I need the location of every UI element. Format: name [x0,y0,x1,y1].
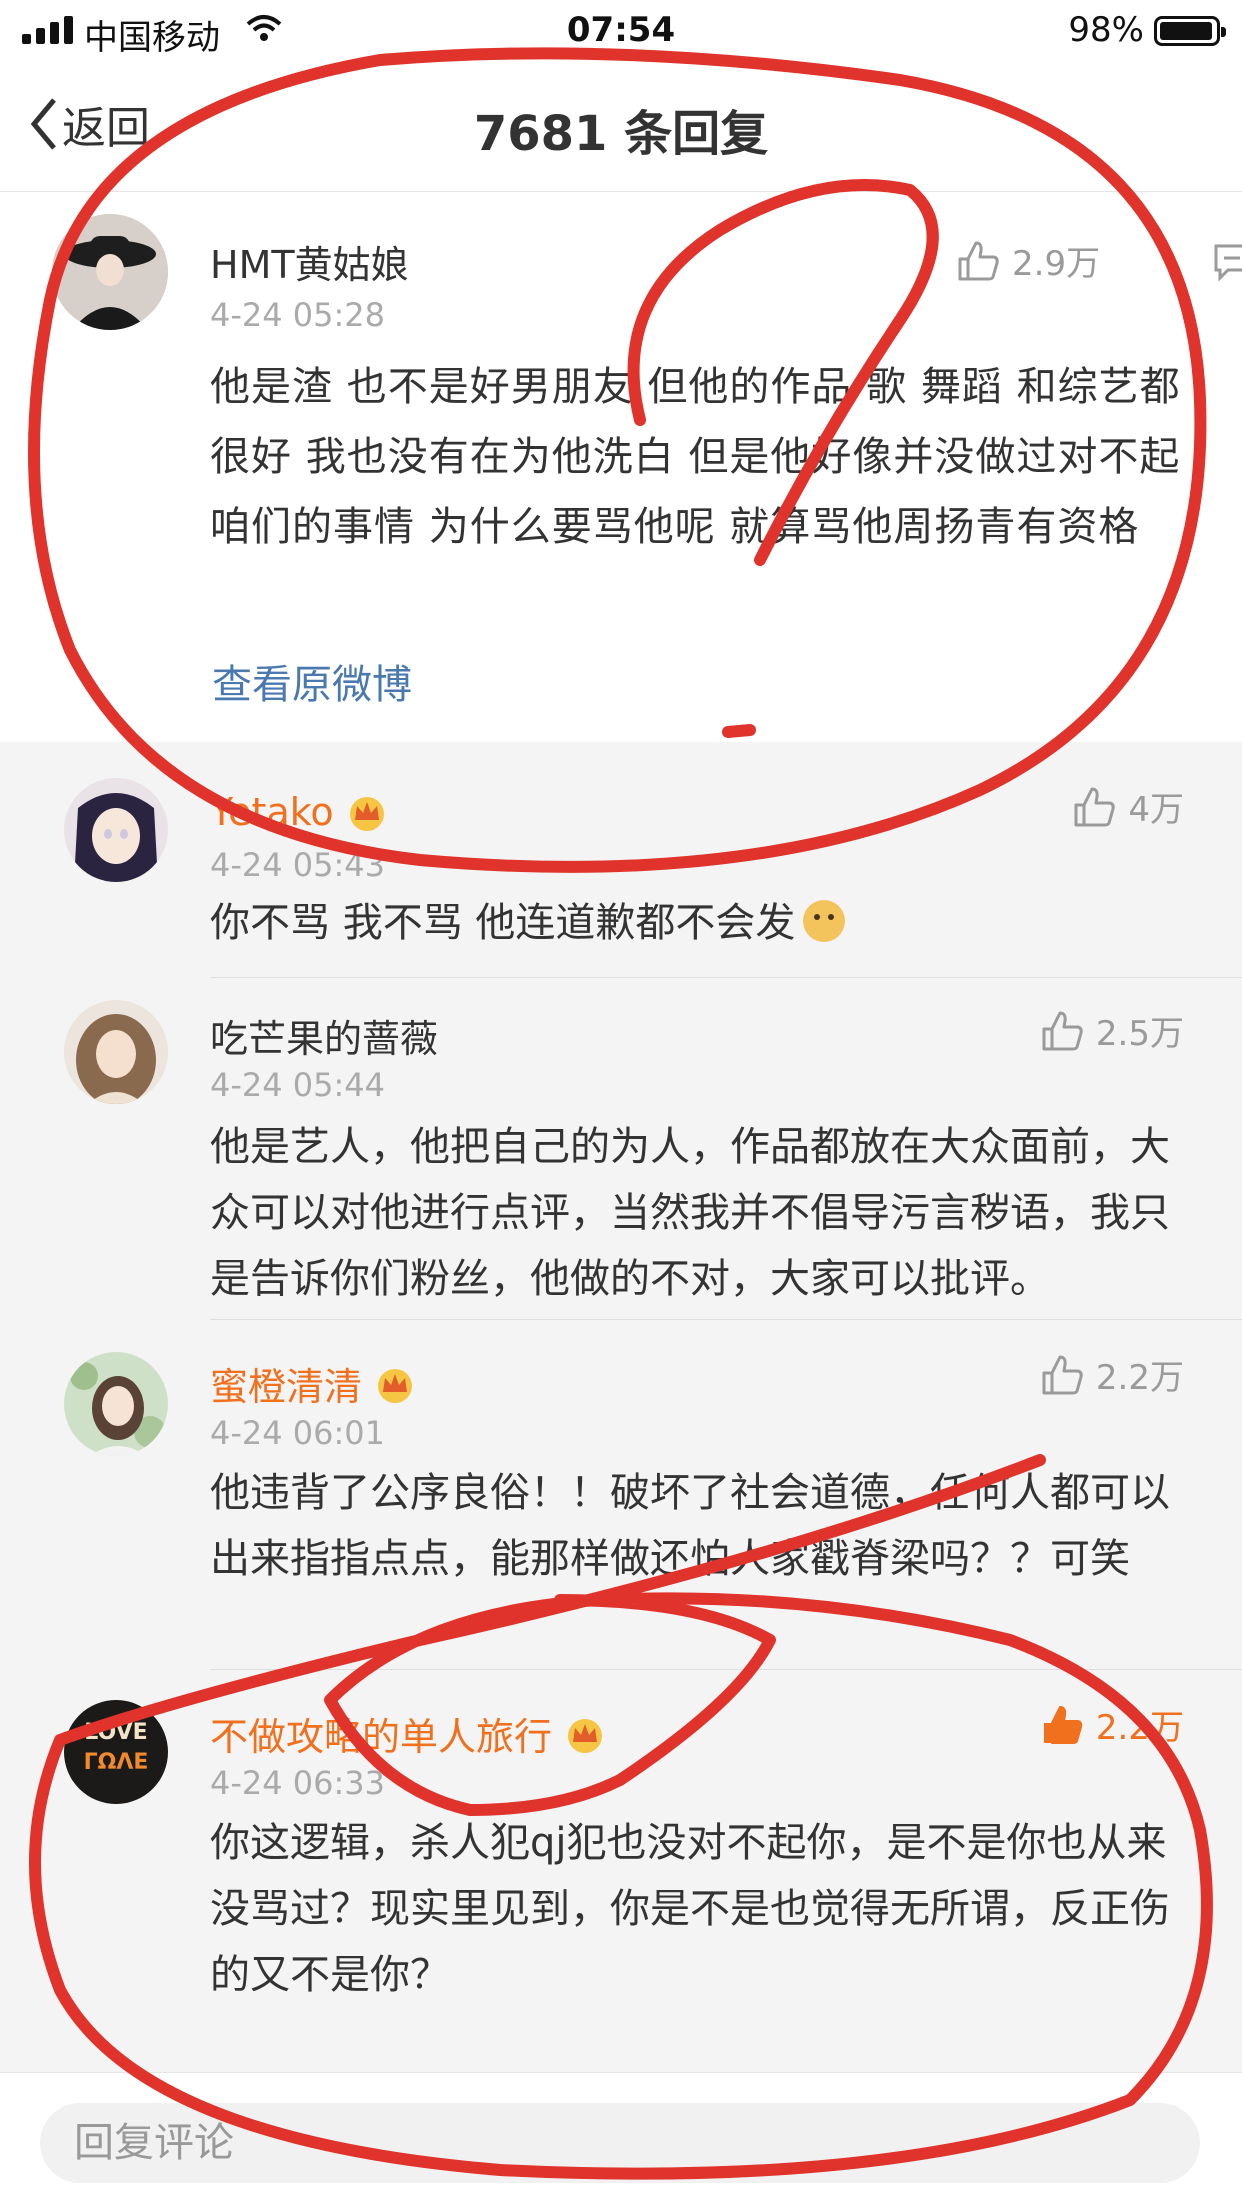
nav-bar: 返回 7681 条回复 [0,62,1242,192]
reply-username[interactable]: 不做攻略的单人旅行 [210,1706,606,1761]
comment-username[interactable]: HMT黄姑娘 [210,234,409,289]
reply-username-text: 蜜橙清清 [210,1365,363,1409]
thumbs-up-icon [958,241,999,280]
view-original-link[interactable]: 查看原微博 [212,652,412,710]
reply-text-content: 你不骂 我不骂 他连道歉都不会发 [210,900,796,946]
reply-text: 你不骂 我不骂 他连道歉都不会发 [210,890,1170,956]
page-title: 7681 条回复 [473,106,769,162]
bottom-bar [0,2072,1242,2208]
battery-percent: 98% [1068,10,1144,50]
reply-list: Yetako 4-24 05:43 4万 你不骂 我不骂 他连道歉都不会发 吃芒… [0,742,1242,2072]
avatar[interactable] [64,1352,168,1456]
reply-text: 他违背了公序良俗！！破坏了社会道德，任何人都可以出来指指点点，能那样做还怕人家戳… [210,1470,1170,1582]
reply-text: 你这逻辑，杀人犯qj犯也没对不起你，是不是你也从来没骂过？现实里见到，你是不是也… [210,1820,1170,1998]
reply-time: 4-24 06:33 [210,1764,386,1802]
reply-username-text: 吃芒果的蔷薇 [210,1017,439,1061]
reply-username[interactable]: 蜜橙清清 [210,1356,416,1411]
reply-item: 蜜橙清清 4-24 06:01 2.2万 他违背了公序良俗！！破坏了社会道德，任… [0,1320,1242,1670]
like-button[interactable]: 2.9万 [956,236,1100,285]
like-button[interactable]: 2.2万 [1040,1350,1184,1399]
like-button[interactable]: 2.2万 [1040,1700,1184,1749]
thumbs-up-icon [1042,1011,1083,1050]
comment-text: 他是渣 也不是好男朋友 但他的作品 歌 舞蹈 和综艺都很好 我也没有在为他洗白 … [210,364,1181,550]
reply-text: 他是艺人，他把自己的为人，作品都放在大众面前，大众可以对他进行点评，当然我并不倡… [210,1124,1170,1302]
doge-emoji-icon [803,900,846,942]
avatar[interactable] [64,778,168,882]
reply-time: 4-24 05:44 [210,1066,386,1104]
vip-crown-icon [349,797,384,831]
battery-icon [1154,16,1226,46]
reply-time: 4-24 05:43 [210,846,386,884]
reply-time: 4-24 06:01 [210,1414,386,1452]
reply-comment-input[interactable] [40,2103,1200,2183]
avatar[interactable] [64,1000,168,1104]
avatar[interactable] [52,214,168,330]
like-count: 2.9万 [1012,244,1101,284]
like-count: 4万 [1128,790,1184,830]
reply-username[interactable]: 吃芒果的蔷薇 [210,1008,438,1063]
vip-crown-icon [378,1368,413,1403]
reply-username-text: Yetako [210,790,334,834]
status-bar: 中国移动 07:54 98% [0,0,1242,62]
like-count: 2.2万 [1095,1708,1184,1748]
comment-icon[interactable] [1212,242,1242,286]
avatar-text: ГΩΛΕ [83,1750,149,1775]
reply-item: LOVE ГΩΛΕ 不做攻略的单人旅行 4-24 06:33 2.2万 你这逻辑… [0,1670,1242,2072]
reply-username-text: 不做攻略的单人旅行 [210,1715,553,1759]
original-comment: HMT黄姑娘 4-24 05:28 2.9万 他是渣 也不是好男朋友 但他的作品… [0,192,1242,742]
avatar-text: LOVE [84,1720,148,1745]
like-count: 2.5万 [1095,1014,1184,1054]
reply-item: 吃芒果的蔷薇 4-24 05:44 2.5万 他是艺人，他把自己的为人，作品都放… [0,978,1242,1320]
thumbs-up-icon [1074,787,1116,826]
avatar[interactable]: LOVE ГΩΛΕ [64,1700,168,1804]
like-button[interactable]: 2.5万 [1040,1006,1184,1055]
like-button[interactable]: 4万 [1072,782,1184,831]
vip-crown-icon [568,1718,603,1753]
reply-item: Yetako 4-24 05:43 4万 你不骂 我不骂 他连道歉都不会发 [0,742,1242,978]
reply-username[interactable]: Yetako [210,790,388,834]
comment-time: 4-24 05:28 [210,296,386,334]
clock: 07:54 [566,10,676,50]
thumbs-up-icon [1042,1355,1083,1394]
thumbs-up-filled-icon [1043,1705,1083,1744]
like-count: 2.2万 [1095,1358,1184,1398]
